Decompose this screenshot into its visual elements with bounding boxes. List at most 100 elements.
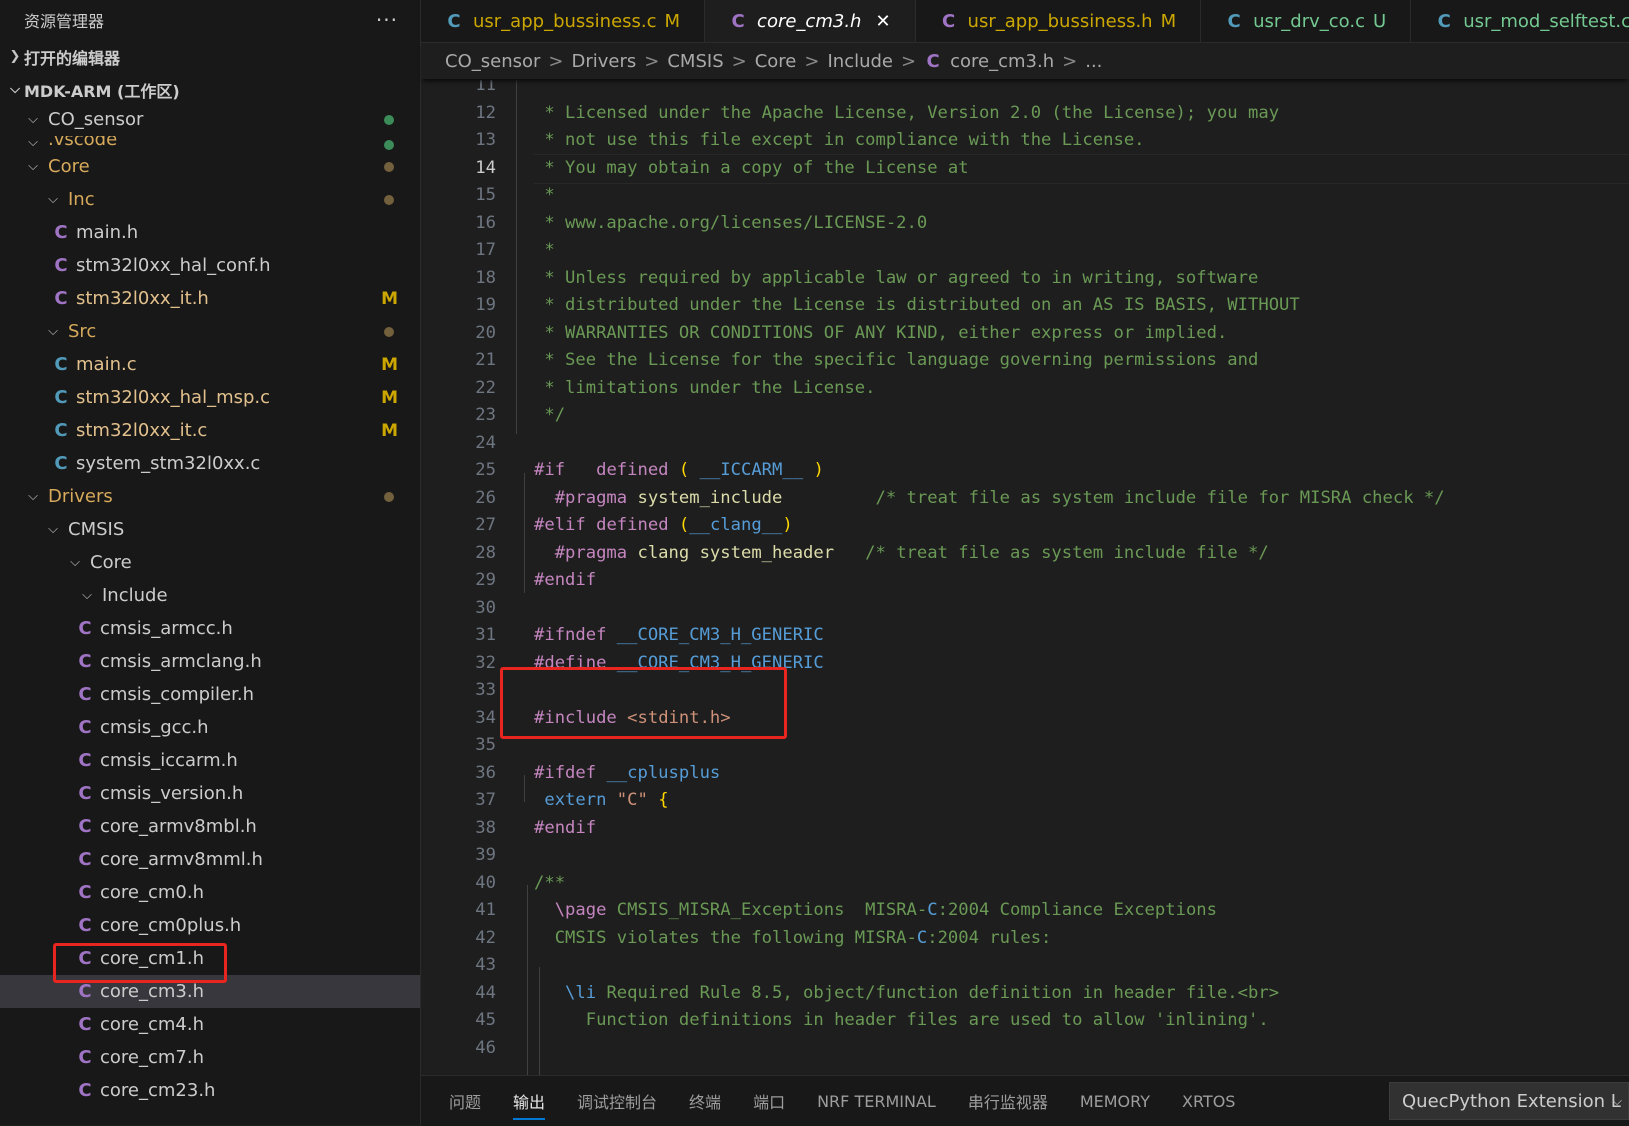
workspace-label: MDK-ARM (工作区) — [24, 81, 180, 101]
tree-folder[interactable]: ⌵ CO_sensor — [0, 103, 420, 136]
c-file-icon: C — [941, 10, 956, 32]
c-file-icon: C — [78, 783, 92, 804]
tree-folder[interactable]: ⌵ Include — [0, 579, 420, 612]
tab-core-cm3-h[interactable]: Ccore_cm3.h ✕ — [705, 0, 916, 42]
tab-usr-mod-selftest-c[interactable]: Cusr_mod_selftest.cU — [1411, 0, 1629, 42]
panel-tab[interactable]: 终端 — [673, 1076, 737, 1126]
tree-file[interactable]: Ccmsis_compiler.h — [0, 678, 420, 711]
indent-guide — [539, 967, 540, 1075]
panel-tab[interactable]: NRF TERMINAL — [801, 1076, 952, 1126]
code-line: 39 — [421, 841, 1629, 869]
editor-tabs: Cusr_app_bussiness.c M Ccore_cm3.h ✕ Cusr_ap… — [421, 0, 1629, 43]
line-number: 22 — [475, 377, 496, 398]
close-icon[interactable]: ✕ — [875, 11, 890, 32]
code-text: */ — [534, 405, 565, 425]
tree-file[interactable]: Ccore_cm23.h — [0, 1074, 420, 1107]
tree-item-label: Core — [90, 552, 132, 573]
tree-item-label: .vscode — [48, 136, 118, 150]
open-editors-section[interactable]: ❯ 打开的编辑器 — [0, 40, 420, 73]
panel-tab[interactable]: MEMORY — [1064, 1076, 1166, 1126]
line-number: 33 — [475, 680, 496, 700]
tree-file[interactable]: Ccore_cm0plus.h — [0, 909, 420, 942]
tree-file[interactable]: Ccore_armv8mml.h — [0, 843, 420, 876]
tree-file[interactable]: Cstm32l0xx_hal_msp.c M — [0, 381, 420, 414]
tree-file[interactable]: Ccore_cm0.h — [0, 876, 420, 909]
tree-folder[interactable]: ⌵ Src — [0, 315, 420, 348]
tree-file[interactable]: Cmain.h — [0, 216, 420, 249]
line-number: 25 — [475, 460, 496, 480]
tree-file[interactable]: Ccore_cm4.h — [0, 1008, 420, 1041]
tree-file[interactable]: Cstm32l0xx_hal_conf.h — [0, 249, 420, 282]
tab-label: usr_mod_selftest.c — [1463, 10, 1629, 32]
code-token: :2004 rules: — [927, 927, 1052, 948]
breadcrumb-symbol[interactable]: ... — [1085, 51, 1102, 72]
code-text: CMSIS violates the following MISRA-C:200… — [534, 927, 1052, 948]
tree-file[interactable]: Ccmsis_armcc.h — [0, 612, 420, 645]
tree-folder[interactable]: ⌵ Drivers — [0, 480, 420, 513]
panel-tab[interactable]: 端口 — [737, 1076, 801, 1126]
line-number: 14 — [475, 157, 496, 178]
c-file-icon: C — [78, 1080, 92, 1101]
tree-file[interactable]: Ccore_armv8mbl.h — [0, 810, 420, 843]
open-editors-label: 打开的编辑器 — [24, 48, 121, 68]
code-text: #elif defined (__clang__) — [534, 515, 793, 535]
tree-folder[interactable]: ⌵ Inc — [0, 183, 420, 216]
tree-folder[interactable]: ⌵ Core — [0, 546, 420, 579]
tree-file[interactable]: Cstm32l0xx_it.c M — [0, 414, 420, 447]
breadcrumb-item[interactable]: CO_sensor — [445, 51, 540, 72]
code-editor[interactable]: 11 12 * Licensed under the Apache License… — [421, 80, 1629, 1075]
tree-file[interactable]: Cmain.c M — [0, 348, 420, 381]
tree-file[interactable]: Ccmsis_iccarm.h — [0, 744, 420, 777]
line-number: 21 — [475, 350, 496, 370]
chevron-down-icon: ⌵ — [48, 324, 58, 339]
code-token: * — [534, 240, 555, 260]
code-token: __clang__ — [689, 515, 783, 535]
tree-file[interactable]: Ccmsis_gcc.h — [0, 711, 420, 744]
breadcrumb-file[interactable]: core_cm3.h — [950, 51, 1054, 72]
breadcrumb-item[interactable]: Include — [827, 51, 893, 72]
code-token: * not use this file except in compliance… — [534, 130, 1145, 150]
workspace-section[interactable]: ⌵ MDK-ARM (工作区) — [0, 73, 420, 106]
tree-file[interactable]: Ccmsis_version.h — [0, 777, 420, 810]
line-number: 19 — [475, 295, 496, 315]
tab-usr-app-bussiness-h[interactable]: Cusr_app_bussiness.h M — [916, 0, 1202, 42]
tree-item-label: CO_sensor — [48, 109, 144, 130]
panel-tab[interactable]: 输出 — [497, 1076, 561, 1126]
status-dot — [384, 326, 394, 337]
breadcrumb-item[interactable]: CMSIS — [667, 51, 723, 72]
tab-usr-app-bussiness-c[interactable]: Cusr_app_bussiness.c M — [421, 0, 706, 42]
panel-tab[interactable]: 问题 — [433, 1076, 497, 1126]
breadcrumb-item[interactable]: Core — [755, 51, 797, 72]
code-token: __cplusplus — [596, 762, 721, 783]
line-number: 15 — [475, 185, 496, 205]
tree-file[interactable]: Ccore_cm7.h — [0, 1041, 420, 1074]
tree-item-label: core_cm0plus.h — [100, 915, 242, 936]
modified-badge: M — [381, 420, 398, 441]
chevron-right-icon: > — [1062, 50, 1078, 72]
line-number: 11 — [475, 80, 496, 95]
more-actions-icon[interactable]: ··· — [376, 8, 398, 32]
code-text: * — [534, 240, 555, 260]
tree-file[interactable]: Cstm32l0xx_it.h M — [0, 282, 420, 315]
panel-tab[interactable]: XRTOS — [1166, 1076, 1251, 1126]
tree-folder[interactable]: ⌵ Core — [0, 150, 420, 183]
tree-folder[interactable]: ⌵ CMSIS — [0, 513, 420, 546]
tree-item-label: cmsis_iccarm.h — [100, 750, 238, 771]
tree-file[interactable]: Csystem_stm32l0xx.c — [0, 447, 420, 480]
output-channel-dropdown[interactable]: QuecPython Extension L ⌵ — [1389, 1082, 1629, 1120]
breadcrumb-item[interactable]: Drivers — [571, 51, 636, 72]
chevron-down-icon: ⌵ — [82, 588, 92, 603]
tree-folder[interactable]: ⌵ .vscode — [0, 136, 420, 150]
code-token: clang system_header — [627, 542, 835, 563]
panel-tab[interactable]: 调试控制台 — [561, 1076, 673, 1126]
code-line: 20 * WARRANTIES OR CONDITIONS OF ANY KIN… — [421, 319, 1629, 347]
indent-guide — [524, 473, 525, 593]
code-line: 37 extern "C" { — [421, 786, 1629, 814]
tab-usr-drv-co-c[interactable]: Cusr_drv_co.c U — [1201, 0, 1412, 42]
tree-file[interactable]: Ccmsis_armclang.h — [0, 645, 420, 678]
code-line: 15 * — [421, 181, 1629, 209]
highlight-box-editor — [500, 667, 787, 739]
code-line: 23 */ — [421, 401, 1629, 429]
panel-tab[interactable]: 串行监视器 — [952, 1076, 1064, 1126]
